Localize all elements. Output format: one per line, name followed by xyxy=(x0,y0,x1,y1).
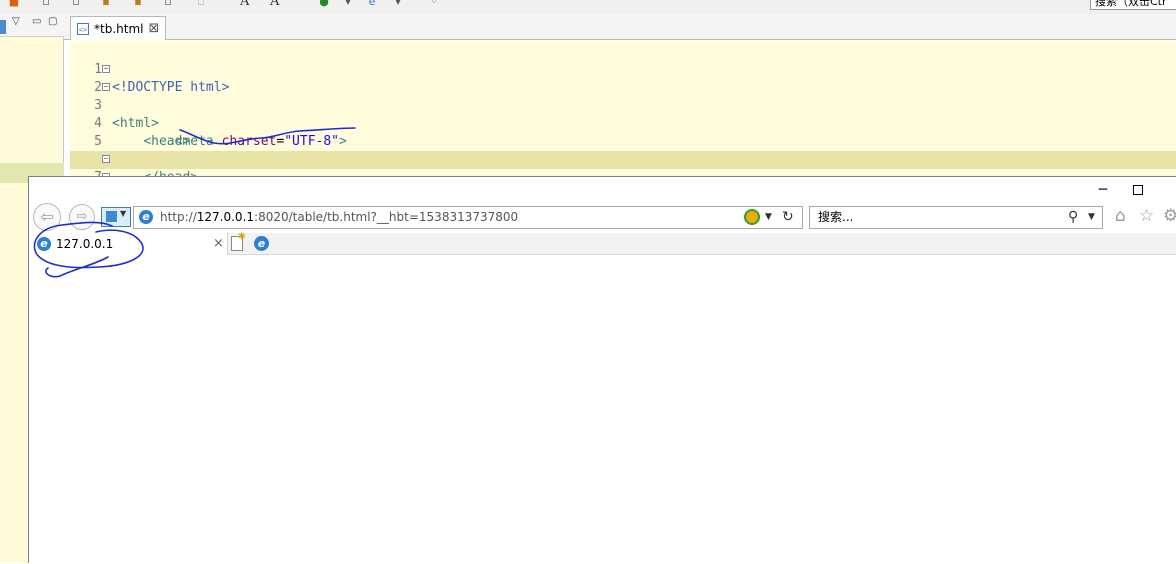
minimize-view-icon[interactable]: ▭ xyxy=(32,16,41,27)
minimize-icon[interactable]: ─ xyxy=(1091,180,1115,200)
compatibility-view-icon xyxy=(106,211,117,222)
browser-tab-row: e 127.0.0.1 × ✱ e xyxy=(29,232,1176,255)
code-line: 5 <title>test</title> xyxy=(70,115,1176,167)
ie-page-icon: e xyxy=(139,210,153,224)
code-line: 3 − <head> xyxy=(70,79,1176,150)
view-menu-chevron-down-icon[interactable]: ▽ xyxy=(12,16,20,27)
close-icon[interactable]: × xyxy=(213,233,224,254)
fold-toggle-icon[interactable]: − xyxy=(102,155,110,163)
maximize-icon[interactable] xyxy=(1133,185,1143,195)
close-icon[interactable]: ⊠ xyxy=(148,22,159,35)
html-file-icon: <> xyxy=(77,22,89,35)
compatibility-view-button[interactable]: ▼ xyxy=(101,207,131,227)
address-url[interactable]: http://127.0.0.1:8020/table/tb.html?__hb… xyxy=(160,207,518,228)
panel-tab-strip: ▽ ▭ ▢ xyxy=(0,14,64,37)
run-icon[interactable]: ● xyxy=(318,0,330,8)
format-alt-icon[interactable]: ▪ xyxy=(132,0,144,8)
format-icon[interactable]: ▪ xyxy=(100,0,112,8)
editor-tab-bar: <> *tb.html ⊠ xyxy=(64,14,1176,40)
code-line: 4 <meta charset="UTF-8"> xyxy=(70,97,1176,149)
code-line: 2 − <html> xyxy=(70,61,1176,132)
run-dropdown-icon[interactable]: ▾ xyxy=(342,0,354,8)
font-increase-icon[interactable]: A xyxy=(240,0,249,9)
editor-tab-label: *tb.html xyxy=(94,21,144,36)
back-arrow-icon[interactable]: ⇦ xyxy=(33,203,61,231)
bookmark-icon[interactable]: ■ xyxy=(8,0,20,8)
new-tab-button[interactable]: ✱ xyxy=(231,232,246,251)
ide-search-input[interactable]: 搜索（双击Ctr xyxy=(1090,0,1176,10)
refresh-icon[interactable]: ↻ xyxy=(782,207,794,228)
navigation-bar: ⇦ ⇨ ▼ e http://127.0.0.1:8020/table/tb.h… xyxy=(29,201,1176,233)
preview-dropdown-icon[interactable]: ▾ xyxy=(392,0,404,8)
ie-logo-icon[interactable]: e xyxy=(254,236,269,251)
home-icon[interactable]: ⌂ xyxy=(1115,205,1126,227)
font-decrease-icon[interactable]: A xyxy=(270,0,279,9)
search-input[interactable]: 搜索... ⚲ ▼ xyxy=(809,206,1103,229)
ide-toolbar: ■ ▫ ▫ ▪ ▪ ▫ ▫ A A ● ▾ e ▾ ◦ 搜索（双击Ctr xyxy=(0,0,1176,14)
ie-browser-window: ─ ⇦ ⇨ ▼ e http://127.0.0.1:8020/table/tb… xyxy=(28,176,1176,564)
disabled-action-icon: ▫ xyxy=(197,0,205,8)
search-placeholder: 搜索... xyxy=(818,210,854,224)
search-dropdown-icon[interactable]: ▼ xyxy=(1088,207,1095,228)
panel-active-marker xyxy=(0,20,6,34)
code-line: 1 <!DOCTYPE html> xyxy=(70,43,1176,95)
editor-tab-tb-html[interactable]: <> *tb.html ⊠ xyxy=(70,16,167,40)
address-bar[interactable]: e http://127.0.0.1:8020/table/tb.html?__… xyxy=(133,206,803,229)
external-tool-icon[interactable]: ◦ xyxy=(428,0,440,8)
maximize-view-icon[interactable]: ▢ xyxy=(48,16,57,27)
forward-arrow-icon[interactable]: ⇨ xyxy=(69,204,95,230)
fold-toggle-icon[interactable]: − xyxy=(102,65,110,73)
browser-tab-label: 127.0.0.1 xyxy=(56,237,114,251)
open-file-icon[interactable]: ▫ xyxy=(70,0,82,8)
new-tab-star-icon: ✱ xyxy=(238,232,246,242)
browser-tab-active[interactable]: e 127.0.0.1 × xyxy=(29,233,228,255)
settings-gear-icon[interactable]: ⚙ xyxy=(1163,205,1176,227)
ie-favicon-icon: e xyxy=(37,237,51,251)
chevron-down-icon: ▼ xyxy=(120,209,127,218)
new-file-icon[interactable]: ▫ xyxy=(40,0,52,8)
page-content-area[interactable] xyxy=(29,255,1176,564)
address-dropdown-icon[interactable]: ▼ xyxy=(765,207,772,228)
import-icon[interactable]: ▫ xyxy=(162,0,174,8)
fold-toggle-icon[interactable]: − xyxy=(102,83,110,91)
security-addon-icon[interactable] xyxy=(744,209,760,225)
code-line-current: 7 − <body> xyxy=(70,151,1176,178)
browser-preview-icon[interactable]: e xyxy=(366,0,378,8)
search-icon[interactable]: ⚲ xyxy=(1068,207,1078,228)
code-line: 6 </head> xyxy=(70,133,1176,178)
favorites-star-icon[interactable]: ☆ xyxy=(1139,205,1154,227)
code-editor[interactable]: 1 <!DOCTYPE html> 2 − <html> 3 − <head> … xyxy=(70,41,1176,178)
